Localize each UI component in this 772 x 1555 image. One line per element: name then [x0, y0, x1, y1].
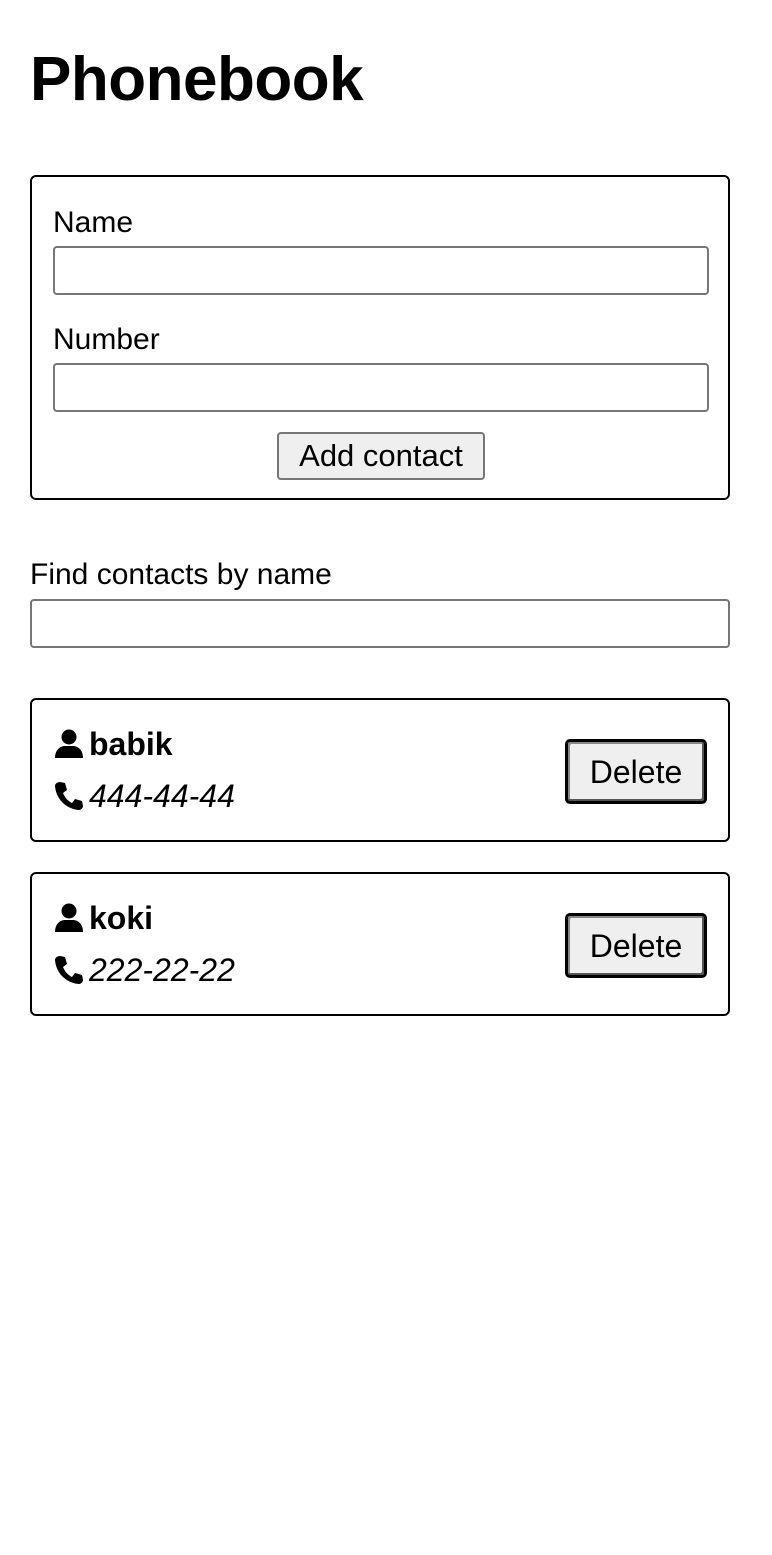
delete-button[interactable]: Delete [565, 739, 707, 804]
filter-input[interactable] [30, 599, 730, 648]
contact-name-row: babik [53, 726, 173, 762]
contact-item: koki 222-22-22 Delete [30, 872, 730, 1016]
contact-list: babik 444-44-44 Delete koki 222-22-22 De… [30, 698, 730, 1046]
page-title: Phonebook [30, 45, 364, 114]
contact-number: 444-44-44 [89, 778, 235, 814]
delete-button[interactable]: Delete [565, 913, 707, 978]
phone-icon [53, 780, 85, 812]
number-label: Number [53, 323, 160, 356]
contact-name: babik [89, 726, 173, 762]
contact-item: babik 444-44-44 Delete [30, 698, 730, 842]
name-input[interactable] [53, 246, 709, 295]
contact-phone-row: 222-22-22 [53, 952, 235, 988]
filter-label: Find contacts by name [30, 558, 332, 591]
phone-icon [53, 954, 85, 986]
contact-name-row: koki [53, 900, 153, 936]
add-contact-form: Name Number Add contact [30, 175, 730, 500]
contact-phone-row: 444-44-44 [53, 778, 235, 814]
contact-number: 222-22-22 [89, 952, 235, 988]
number-input[interactable] [53, 363, 709, 412]
add-contact-button[interactable]: Add contact [277, 432, 485, 480]
name-label: Name [53, 206, 134, 239]
user-icon [53, 728, 85, 760]
user-icon [53, 902, 85, 934]
contact-name: koki [89, 900, 154, 936]
